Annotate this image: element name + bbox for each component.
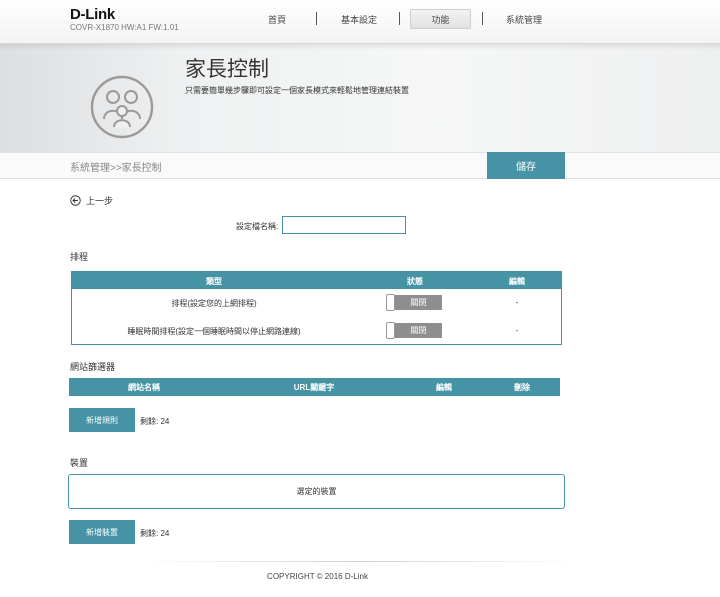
schedule-toggle[interactable]: 關閉 [386,294,442,311]
footer-divider [140,561,580,562]
add-rule-button[interactable]: 新增規則 [69,408,135,432]
header-edit: 編輯 [509,277,525,286]
toggle-track: 關閉 [395,323,442,338]
breadcrumb: 系統管理>>家長控制 [70,163,162,174]
add-device-button[interactable]: 新增裝置 [69,520,135,544]
selected-devices-box[interactable]: 選定的裝置 [68,474,565,509]
sleep-schedule-toggle[interactable]: 關閉 [386,322,442,339]
rule-name-label: 設定檔名稱: [236,222,279,231]
schedule-title: 排程 [70,252,89,262]
family-icon [90,75,154,139]
header-url-keyword: URL關鍵字 [293,383,335,392]
page-description: 只需要簡單幾步驟即可設定一個家長模式來輕鬆地管理連結裝置 [185,86,409,95]
nav-separator [399,12,400,25]
header-delete: 刪除 [514,383,530,392]
nav-separator [316,12,317,25]
toggle-knob [386,294,395,311]
toggle-track: 關閉 [395,295,442,310]
sleep-schedule-edit: - [515,326,519,335]
save-button[interactable]: 儲存 [487,152,565,179]
nav-home[interactable]: 首頁 [248,9,306,29]
nav-management[interactable]: 系統管理 [494,9,554,29]
nav-settings[interactable]: 基本設定 [328,9,390,29]
header-status: 狀態 [407,277,423,286]
banner-shadow [0,44,720,50]
rule-name-input[interactable] [282,216,406,234]
page-title: 家長控制 [185,58,269,81]
header-edit: 編輯 [436,383,452,392]
rules-remaining: 剩餘: 24 [140,417,170,426]
website-filter-title: 網站篩選器 [70,362,116,372]
devices-title: 裝置 [70,458,89,468]
back-label: 上一步 [86,196,114,206]
model-info: COVR-X1870 HW:A1 FW:1.01 [70,23,179,32]
nav-separator [482,12,483,25]
copyright: COPYRIGHT © 2016 D-Link [267,572,368,581]
dlink-logo[interactable]: D-Link [70,6,115,23]
page: D-Link COVR-X1870 HW:A1 FW:1.01 首頁 基本設定 … [0,0,720,597]
header-website-name: 網站名稱 [128,383,160,392]
toggle-knob [386,322,395,339]
schedule-edit: - [515,298,519,307]
back-link[interactable]: 上一步 [70,194,113,207]
sleep-schedule-type: 睡眠時間排程(設定一個睡眠時間以停止網路連線) [127,327,301,336]
nav-features[interactable]: 功能 [410,9,471,29]
schedule-table: 類型 狀態 編輯 排程(設定您的上網排程) 關閉 - 睡眠時間排程(設定一個睡眠… [71,271,562,345]
schedule-type: 排程(設定您的上網排程) [171,299,257,308]
back-arrow-icon [70,195,81,206]
devices-remaining: 剩餘: 24 [140,529,170,538]
website-filter-header: 網站名稱 URL關鍵字 編輯 刪除 [69,378,560,396]
header-type: 類型 [206,277,222,286]
schedule-table-header: 類型 狀態 編輯 [72,272,561,289]
